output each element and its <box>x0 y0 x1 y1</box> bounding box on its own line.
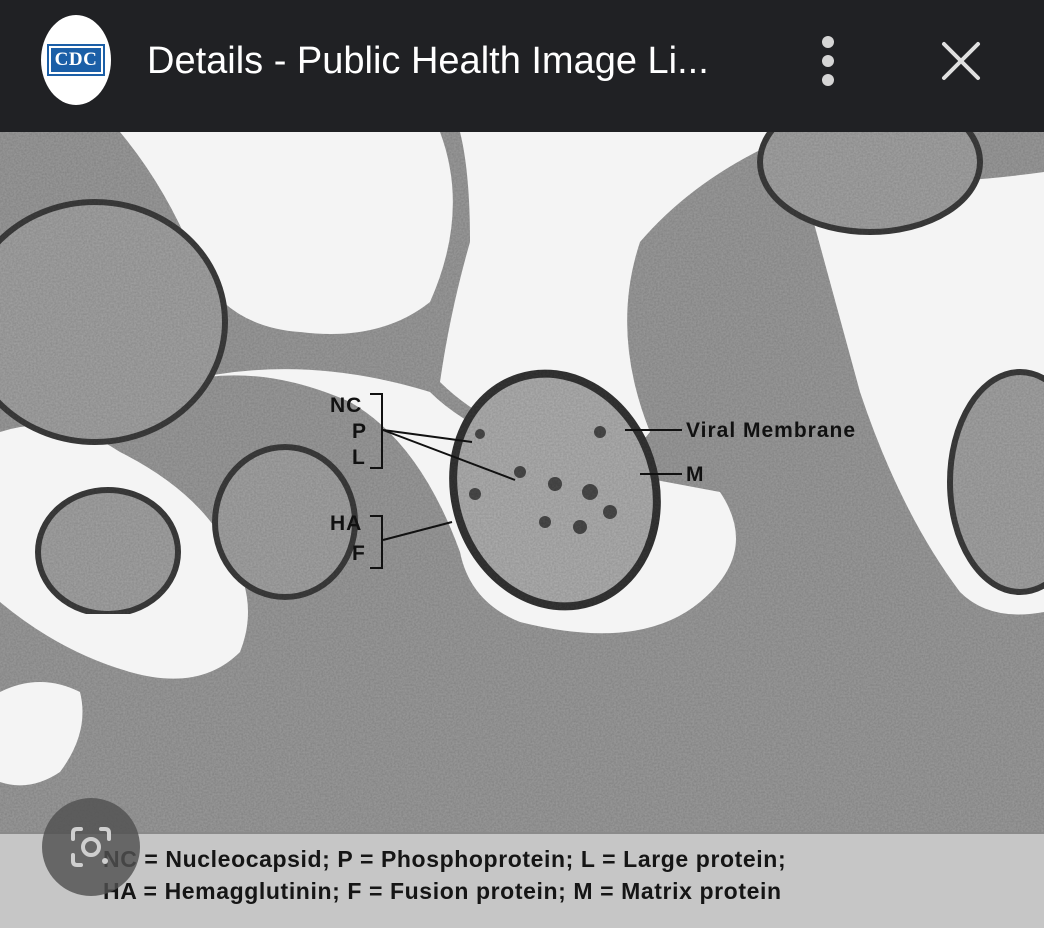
more-vert-icon-dot <box>822 74 834 86</box>
label-viral-membrane: Viral Membrane <box>686 419 857 442</box>
label-p: P <box>352 420 368 443</box>
label-f: F <box>352 542 366 565</box>
micrograph-image[interactable]: NC P L HA F Viral Membrane M NC = Nucleo… <box>0 132 1044 928</box>
label-l: L <box>352 446 366 469</box>
viewer-header: CDC Details - Public Health Image Li... <box>0 0 1044 132</box>
label-m: M <box>686 463 705 486</box>
caption-line-1: NC = Nucleocapsid; P = Phosphoprotein; L… <box>103 846 787 872</box>
cdc-logo-text: CDC <box>46 44 106 76</box>
google-lens-icon <box>71 827 111 867</box>
page-title: Details - Public Health Image Li... <box>147 40 709 82</box>
close-button[interactable] <box>936 36 986 86</box>
caption-line-2: HA = Hemagglutinin; F = Fusion protein; … <box>103 878 782 904</box>
more-vert-icon <box>822 36 834 48</box>
close-icon <box>942 42 980 80</box>
electron-micrograph <box>0 132 1044 832</box>
cdc-logo: CDC <box>41 15 111 105</box>
more-vert-icon-dot <box>822 55 834 67</box>
more-options-button[interactable] <box>808 36 848 86</box>
label-nc: NC <box>330 394 363 417</box>
google-lens-button[interactable] <box>42 798 140 896</box>
image-caption: NC = Nucleocapsid; P = Phosphoprotein; L… <box>0 832 1044 928</box>
label-ha: HA <box>330 512 363 535</box>
